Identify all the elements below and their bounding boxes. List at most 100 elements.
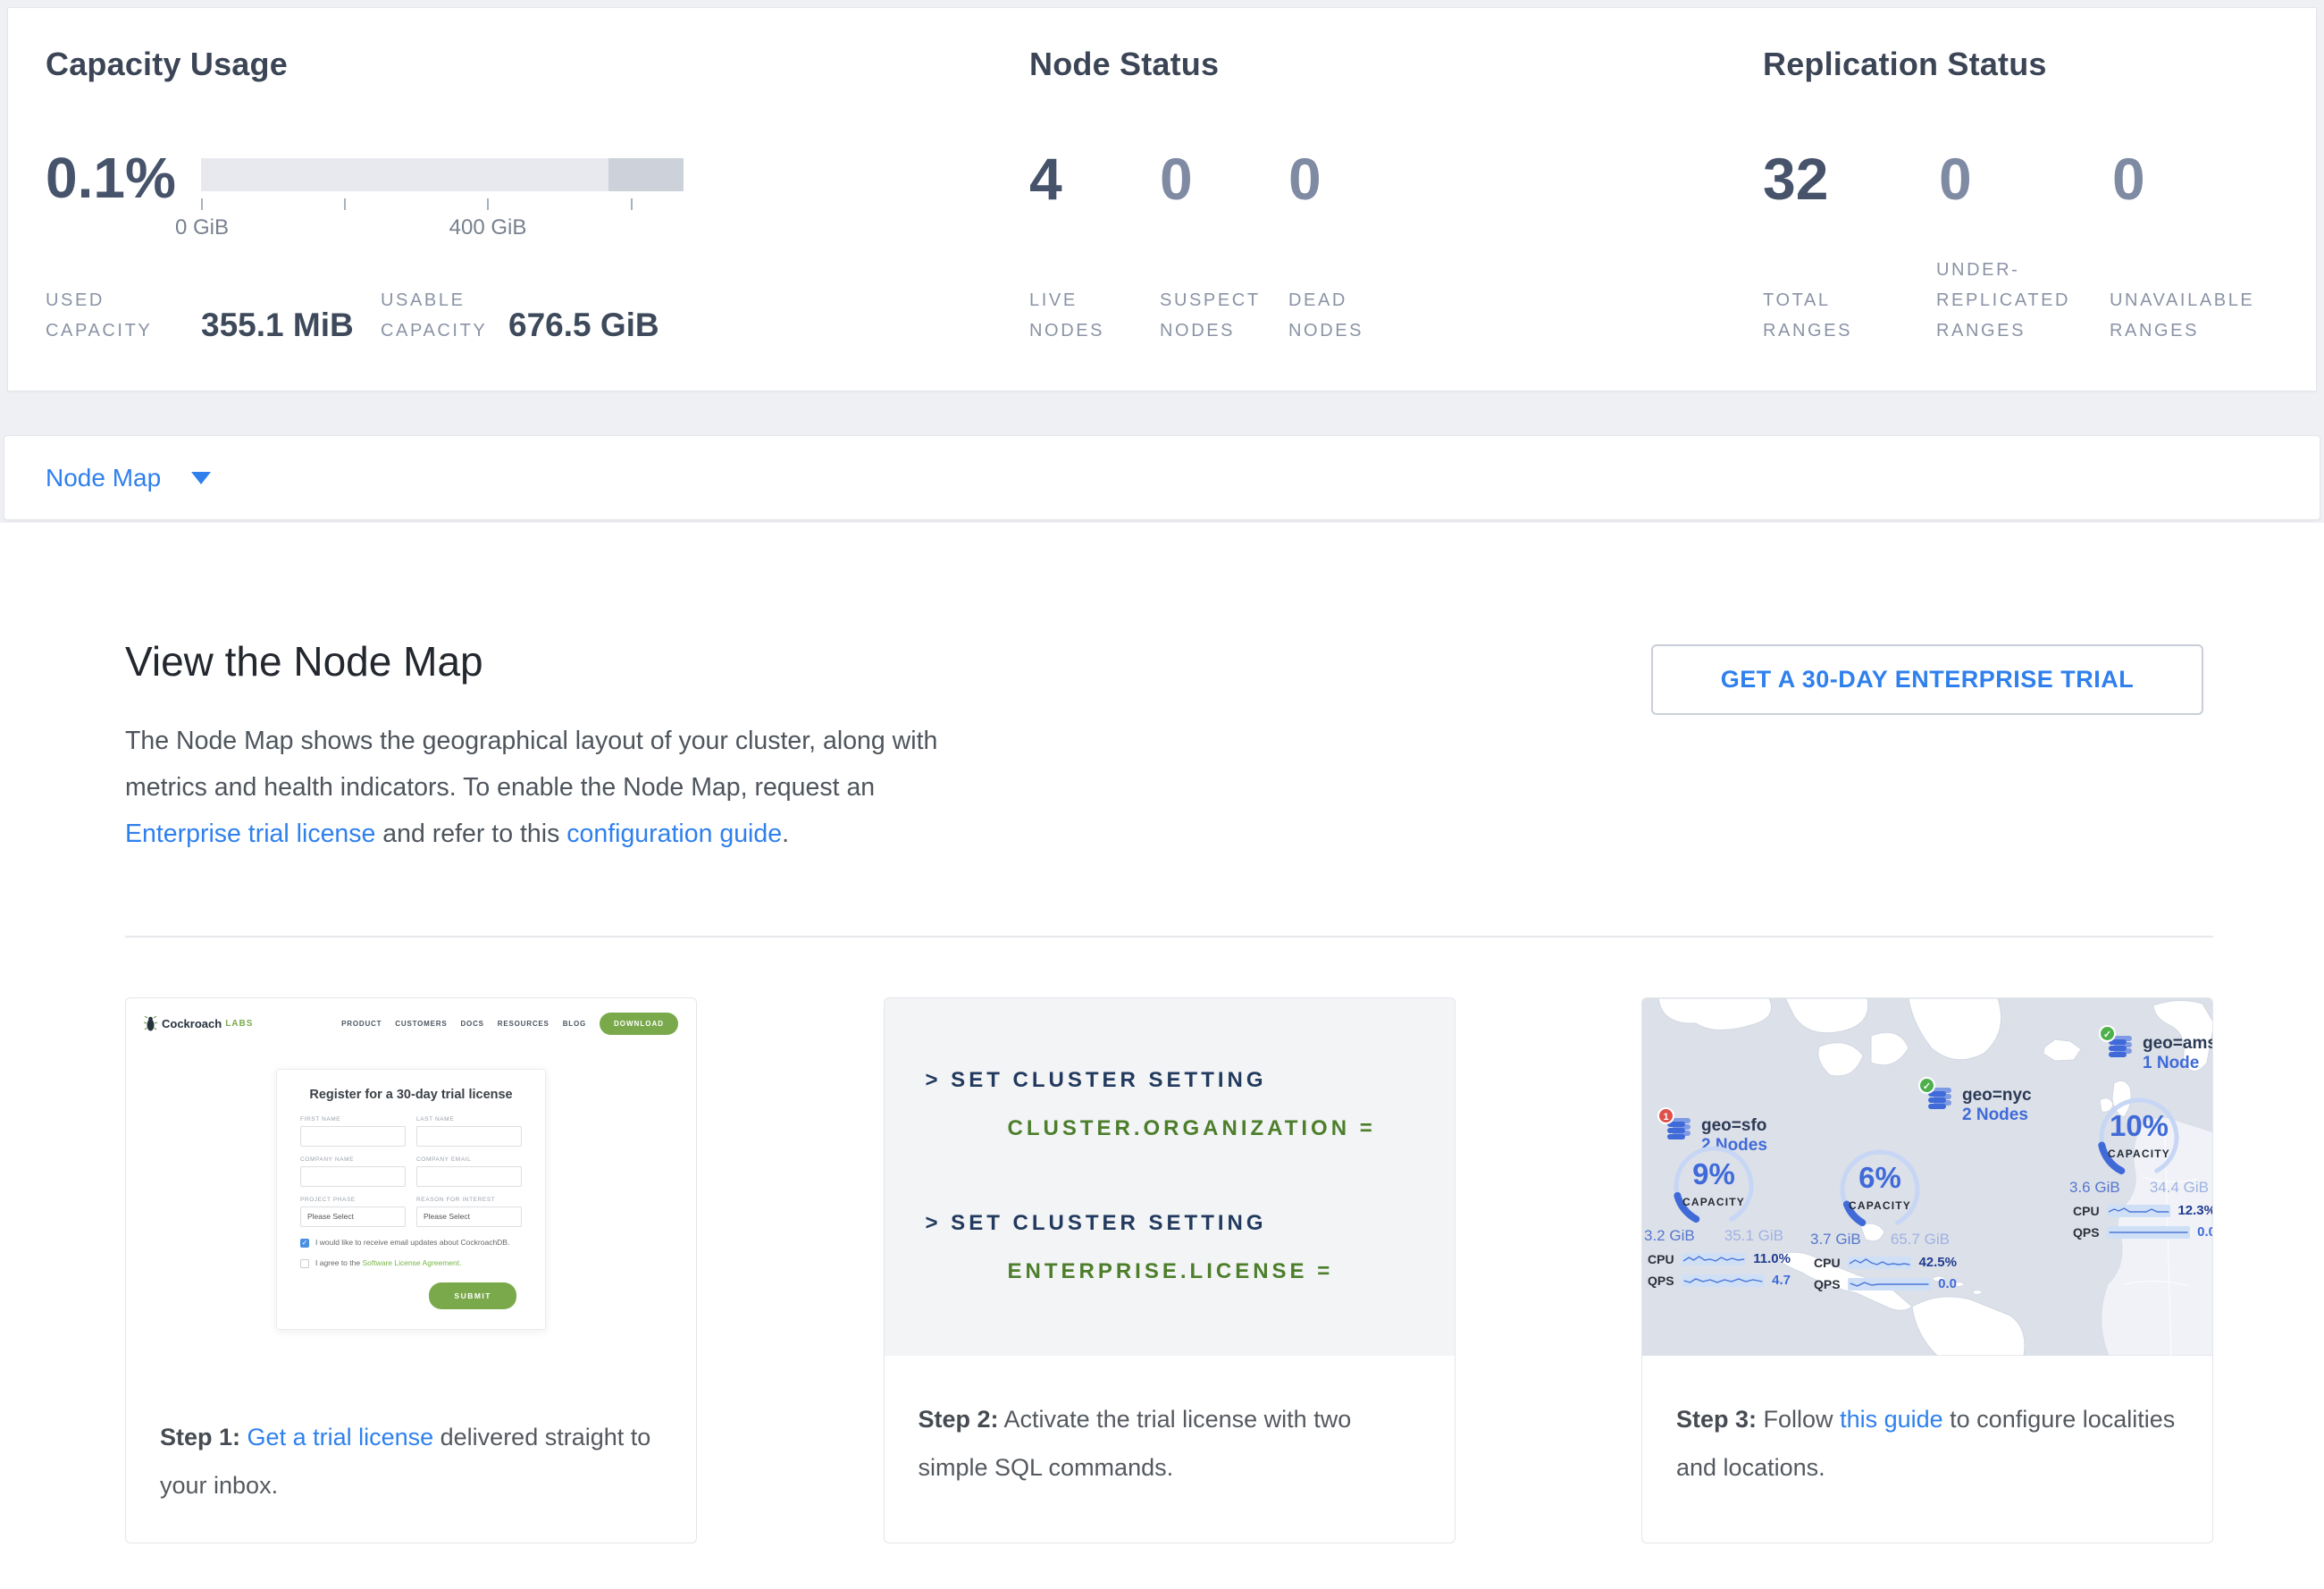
cpu-metric: CPU 12.3% [2073, 1203, 2212, 1218]
nav-resources: RESOURCES [498, 1020, 550, 1028]
cluster-nyc-stats: 6% CAPACITY 3.7 GiB 65.7 GiB CPU [1814, 1143, 1957, 1298]
configuration-guide-link[interactable]: configuration guide [566, 820, 782, 848]
capacity-label: CAPACITY [1814, 1199, 1946, 1212]
replication-status-title: Replication Status [1763, 46, 2047, 83]
cluster-name: geo=nyc [1962, 1086, 2032, 1105]
status-ok-icon: ✓ [1918, 1077, 1935, 1094]
cpu-metric: CPU 11.0% [1648, 1251, 1791, 1266]
capacity-percent: 10% [2073, 1109, 2205, 1143]
field-last-name: LAST NAME [416, 1116, 522, 1147]
capacity-gauge: 10% CAPACITY [2073, 1091, 2205, 1181]
status-ok-icon: ✓ [2099, 1025, 2116, 1042]
cluster-ams-header: ✓ geo=ams 1 Node [2107, 1034, 2212, 1073]
qps-label: QPS [1648, 1274, 1680, 1288]
total-gib: 65.7 GiB [1891, 1231, 1950, 1248]
step-number: Step 1: [160, 1424, 240, 1450]
description-text: and refer to this [375, 820, 566, 848]
field-input [300, 1166, 406, 1187]
field-label: REASON FOR INTEREST [416, 1197, 522, 1203]
suspect-nodes-count: 0 [1160, 149, 1193, 208]
mini-site-header: Cockroach LABS PRODUCT CUSTOMERS DOCS RE… [144, 1013, 678, 1035]
chevron-down-icon [191, 472, 211, 484]
cluster-icon-wrap: ✓ [1926, 1086, 1953, 1113]
capacity-label: CAPACITY [1648, 1196, 1780, 1208]
unavailable-ranges-count: 0 [2112, 149, 2145, 208]
world-map: 1 geo=sfo 2 Nodes [1642, 998, 2212, 1356]
license-agreement-checkbox-row: I agree to the Software License Agreemen… [300, 1258, 522, 1268]
node-map-dropdown-label: Node Map [46, 464, 161, 492]
nav-customers: CUSTOMERS [395, 1020, 447, 1028]
cockroach-labs-logo: Cockroach LABS [144, 1016, 253, 1032]
qps-label: QPS [2073, 1225, 2105, 1240]
under-replicated-ranges-count: 0 [1939, 149, 1972, 208]
cluster-ams-stats: 10% CAPACITY 3.6 GiB 34.4 GiB CPU [2073, 1091, 2212, 1246]
capacity-range: 3.7 GiB 65.7 GiB [1810, 1231, 1950, 1248]
node-map-dropdown[interactable]: Node Map [4, 435, 2320, 520]
cpu-sparkline-icon [2107, 1205, 2170, 1217]
field-label: FIRST NAME [300, 1116, 406, 1122]
cpu-metric: CPU 42.5% [1814, 1255, 1957, 1270]
page-title: View the Node Map [125, 637, 483, 685]
this-guide-link[interactable]: this guide [1840, 1406, 1943, 1433]
get-trial-license-link[interactable]: Get a trial license [248, 1424, 434, 1450]
field-label: LAST NAME [416, 1116, 522, 1122]
brand-suffix-text: LABS [225, 1019, 253, 1029]
sql-command: > SET CLUSTER SETTING [926, 1211, 1267, 1236]
qps-value: 4.7 [1772, 1273, 1791, 1288]
field-first-name: FIRST NAME [300, 1116, 406, 1147]
field-input [300, 1126, 406, 1147]
step1-caption: Step 1: Get a trial license delivered st… [126, 1374, 696, 1509]
description-text: The Node Map shows the geographical layo… [125, 727, 937, 802]
software-license-agreement-link: Software License Agreement. [362, 1258, 461, 1267]
get-enterprise-trial-button[interactable]: GET A 30-DAY ENTERPRISE TRIAL [1651, 644, 2203, 715]
used-gib: 3.2 GiB [1644, 1227, 1695, 1245]
dead-nodes-label: DEAD NODES [1288, 285, 1396, 346]
cpu-value: 11.0% [1753, 1251, 1791, 1266]
capacity-percent: 9% [1648, 1157, 1780, 1191]
step-number: Step 2: [919, 1406, 999, 1433]
description-text: . [782, 820, 789, 848]
checkbox-label: I agree to the Software License Agreemen… [315, 1258, 462, 1267]
checkbox-unchecked-icon [300, 1259, 309, 1268]
used-capacity-label: USED CAPACITY [46, 285, 180, 346]
brand-text: Cockroach [162, 1017, 222, 1030]
step1-screenshot: Cockroach LABS PRODUCT CUSTOMERS DOCS RE… [126, 998, 696, 1374]
capacity-range: 3.2 GiB 35.1 GiB [1644, 1227, 1783, 1245]
total-ranges-count: 32 [1763, 149, 1828, 208]
suspect-nodes-label: SUSPECT NODES [1160, 285, 1276, 346]
capacity-axis-tick [631, 198, 633, 210]
cpu-label: CPU [2073, 1204, 2105, 1218]
step2-card: > SET CLUSTER SETTING CLUSTER.ORGANIZATI… [884, 997, 1456, 1543]
cpu-value: 42.5% [1918, 1255, 1957, 1270]
step-number: Step 3: [1676, 1406, 1757, 1433]
submit-row: SUBMIT [300, 1282, 522, 1309]
cluster-summary-panel: Capacity Usage 0.1% 0 GiB 400 GiB USED C… [7, 7, 2317, 391]
mini-site-nav: PRODUCT CUSTOMERS DOCS RESOURCES BLOG DO… [341, 1013, 678, 1035]
cluster-nyc-header: ✓ geo=nyc 2 Nodes [1926, 1086, 2032, 1125]
usable-capacity-label: USABLE CAPACITY [381, 285, 524, 346]
capacity-axis-tick [201, 198, 203, 210]
qps-metric: QPS 4.7 [1648, 1273, 1791, 1288]
node-map-empty-state: View the Node Map The Node Map shows the… [0, 523, 2324, 1589]
enterprise-trial-license-link[interactable]: Enterprise trial license [125, 820, 375, 848]
field-input [416, 1166, 522, 1187]
capacity-used-percent: 0.1% [46, 149, 176, 206]
field-reason-for-interest: REASON FOR INTEREST Please Select [416, 1197, 522, 1227]
download-button: DOWNLOAD [600, 1013, 678, 1035]
field-company-name: COMPANY NAME [300, 1156, 406, 1187]
qps-value: 0.0 [1938, 1276, 1957, 1291]
step2-caption: Step 2: Activate the trial license with … [885, 1356, 1455, 1492]
used-gib: 3.7 GiB [1810, 1231, 1861, 1248]
node-map-description: The Node Map shows the geographical layo… [125, 718, 974, 857]
used-capacity-value: 355.1 MiB [201, 307, 354, 344]
qps-label: QPS [1814, 1277, 1846, 1291]
capacity-usage-title: Capacity Usage [46, 46, 288, 83]
step3-node-map-preview: 1 geo=sfo 2 Nodes [1642, 998, 2212, 1356]
live-nodes-count: 4 [1029, 149, 1062, 208]
sql-terminal: > SET CLUSTER SETTING CLUSTER.ORGANIZATI… [885, 998, 1455, 1356]
nav-product: PRODUCT [341, 1020, 382, 1028]
checkbox-checked-icon: ✓ [300, 1239, 309, 1248]
cpu-label: CPU [1814, 1256, 1846, 1270]
qps-value: 0.0 [2197, 1224, 2212, 1240]
section-divider [125, 936, 2213, 937]
